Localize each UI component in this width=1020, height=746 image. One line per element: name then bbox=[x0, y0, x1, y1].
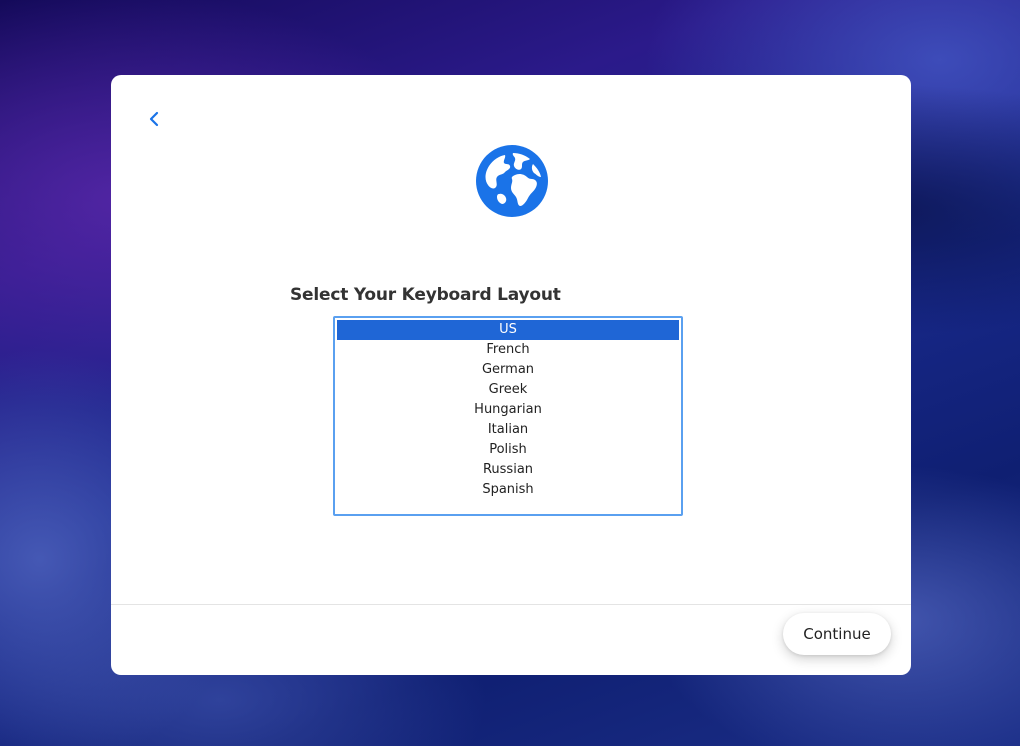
list-item[interactable]: US bbox=[337, 320, 679, 340]
list-item[interactable]: French bbox=[337, 340, 679, 360]
page-title: Select Your Keyboard Layout bbox=[290, 285, 561, 305]
footer-divider bbox=[111, 604, 911, 605]
list-item[interactable]: Polish bbox=[337, 440, 679, 460]
globe-icon bbox=[476, 145, 548, 217]
list-item[interactable]: Italian bbox=[337, 420, 679, 440]
list-item[interactable]: Hungarian bbox=[337, 400, 679, 420]
back-button[interactable] bbox=[145, 107, 165, 131]
continue-button[interactable]: Continue bbox=[783, 613, 891, 655]
keyboard-layout-list[interactable]: US French German Greek Hungarian Italian… bbox=[333, 316, 683, 516]
list-item[interactable]: Spanish bbox=[337, 480, 679, 500]
setup-dialog: Select Your Keyboard Layout US French Ge… bbox=[111, 75, 911, 675]
list-item[interactable]: German bbox=[337, 360, 679, 380]
list-item[interactable]: Russian bbox=[337, 460, 679, 480]
chevron-left-icon bbox=[149, 111, 159, 127]
list-item[interactable]: Greek bbox=[337, 380, 679, 400]
